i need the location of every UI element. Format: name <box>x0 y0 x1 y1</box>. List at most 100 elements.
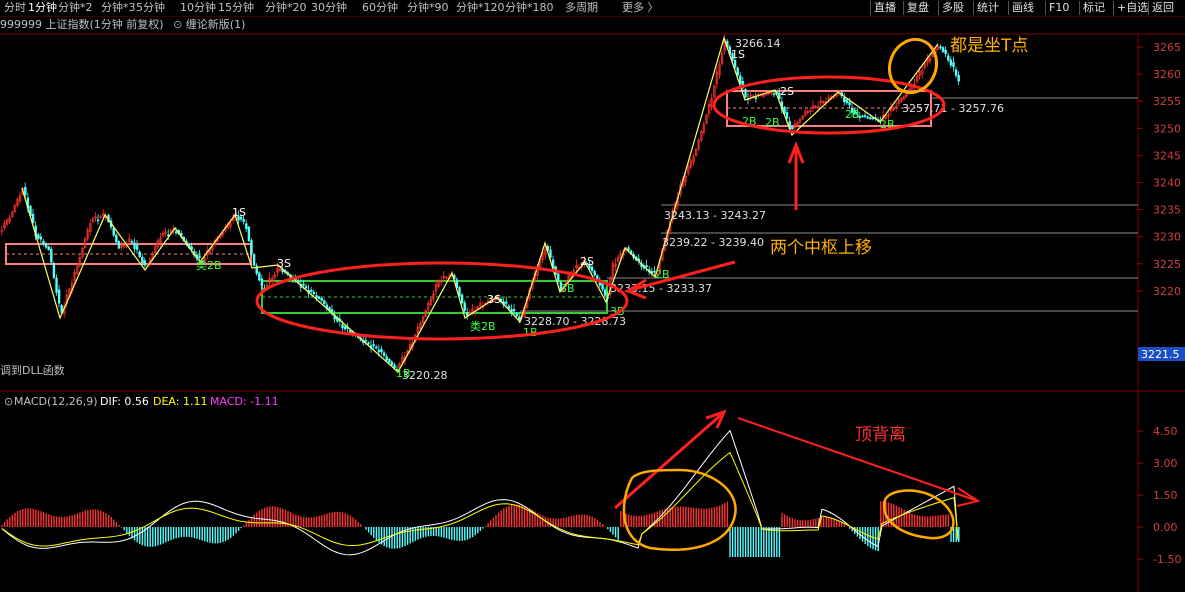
candle-body <box>44 243 48 248</box>
candle-body <box>24 187 27 196</box>
candle-body <box>515 313 518 317</box>
current-price-tag: 3221.5 <box>1138 347 1185 361</box>
candle-body <box>245 223 248 229</box>
kline-chart[interactable]: 3265 3260 3255 3250 3245 3240 3235 3230 3225 3220… <box>0 0 1185 592</box>
candle-body <box>952 62 955 68</box>
macd-tick-label: 0.00 <box>1153 521 1178 534</box>
candle-body <box>941 47 945 52</box>
candle-body <box>367 342 370 345</box>
candle-body <box>330 309 334 313</box>
candle-body <box>57 289 61 304</box>
macd-tick-label: 1.50 <box>1153 489 1178 502</box>
candle-body <box>50 248 53 263</box>
price-tick-label: 3260 <box>1153 68 1181 81</box>
candle-body <box>47 246 50 251</box>
candle-body <box>385 356 388 361</box>
candle-body <box>112 228 115 236</box>
candle-body <box>512 308 516 312</box>
candle-body <box>138 251 141 257</box>
candle-body <box>133 242 136 249</box>
candle-body <box>341 324 344 329</box>
candle-body <box>549 249 552 258</box>
candle-body <box>466 312 469 317</box>
candle-body <box>250 240 253 255</box>
macd-settings-icon: ⊙ <box>4 395 13 408</box>
candle-body <box>31 213 35 223</box>
candle-body <box>845 99 849 104</box>
zs-label-5: 3257.71 - 3257.76 <box>902 102 1004 115</box>
candle-body <box>505 301 508 304</box>
candle-body <box>863 115 867 117</box>
macd-tick-label: 3.00 <box>1153 457 1178 470</box>
candle-body <box>310 289 313 292</box>
candle-body <box>944 50 947 54</box>
candle-body <box>343 326 347 330</box>
candle-body <box>42 240 45 245</box>
candle-body <box>382 352 386 356</box>
price-axis: 3265 3260 3255 3250 3245 3240 3235 3230 3225 3220 <box>1138 41 1181 298</box>
candle-body <box>52 262 56 278</box>
candle-body <box>312 291 316 295</box>
annotation-t-point: 都是坐T点 <box>950 36 1028 56</box>
candle-body <box>947 55 950 61</box>
candle-body <box>866 116 869 119</box>
candle-body <box>143 260 147 266</box>
candle-body <box>733 60 737 68</box>
candle-body <box>375 346 378 349</box>
signal-label: 类2B <box>470 319 496 333</box>
zs-label-1: 3243.13 - 3243.27 <box>664 209 766 222</box>
candle-body <box>507 305 511 310</box>
candle-body <box>364 340 368 342</box>
zs-label-2: 3239.22 - 3239.40 <box>662 236 764 249</box>
price-tick-label: 3250 <box>1153 122 1181 135</box>
candle-body <box>39 236 43 240</box>
macd-legend: ⊙ MACD(12,26,9) DIF: 0.56 DEA: 1.11 MACD… <box>4 395 279 408</box>
candle-body <box>601 283 604 290</box>
signal-label: 2S <box>580 255 594 268</box>
dll-text: 调到DLL函数 <box>0 364 65 377</box>
candle-body <box>252 254 256 266</box>
candle-body <box>463 302 466 311</box>
candle-body <box>518 316 521 321</box>
candle-body <box>317 296 321 299</box>
candle-body <box>372 344 375 346</box>
macd-value: MACD: -1.11 <box>210 395 279 408</box>
candle-body <box>242 219 245 222</box>
candle-body <box>258 272 261 281</box>
signal-labels: 1S3S3S2S1S2S类2B类2B2B3B2B3B1B1B2B2B2B <box>196 48 895 380</box>
candle-body <box>174 231 178 234</box>
candle-body <box>304 286 308 289</box>
candle-body <box>320 298 323 301</box>
candle-body <box>627 247 630 251</box>
signal-label: 1S <box>731 48 745 61</box>
candle-body <box>791 126 794 130</box>
red-arrow-macd-1 <box>614 409 727 510</box>
signal-label: 3S <box>277 257 291 270</box>
red-ellipse-lower <box>255 261 629 341</box>
candle-body <box>96 219 100 222</box>
candle-body <box>380 348 383 353</box>
candle-body <box>377 349 381 353</box>
price-tick-label: 3230 <box>1153 231 1181 244</box>
candle-body <box>736 67 739 76</box>
candle-body <box>593 271 596 276</box>
candle-body <box>247 226 251 242</box>
macd-tick-label: 4.50 <box>1153 425 1178 438</box>
signal-label: 类2B <box>196 258 222 272</box>
signal-label: 1B <box>396 367 411 380</box>
candle-body <box>130 241 134 243</box>
price-tick-label: 3265 <box>1153 41 1181 54</box>
candle-body <box>869 117 872 119</box>
price-tick-label: 3245 <box>1153 149 1181 162</box>
candle-body <box>603 289 607 296</box>
price-tick-label: 3225 <box>1153 258 1181 271</box>
candle-body <box>388 358 391 363</box>
signal-label: 2B <box>765 116 780 129</box>
macd-dif: DIF: 0.56 <box>100 395 149 408</box>
candle-body <box>557 273 560 282</box>
zs-label-3: 3233.15 - 3233.37 <box>610 282 712 295</box>
candle-body <box>315 295 318 299</box>
price-tick-label: 3220 <box>1153 285 1181 298</box>
candle-body <box>323 300 326 305</box>
candle-body <box>957 75 960 82</box>
